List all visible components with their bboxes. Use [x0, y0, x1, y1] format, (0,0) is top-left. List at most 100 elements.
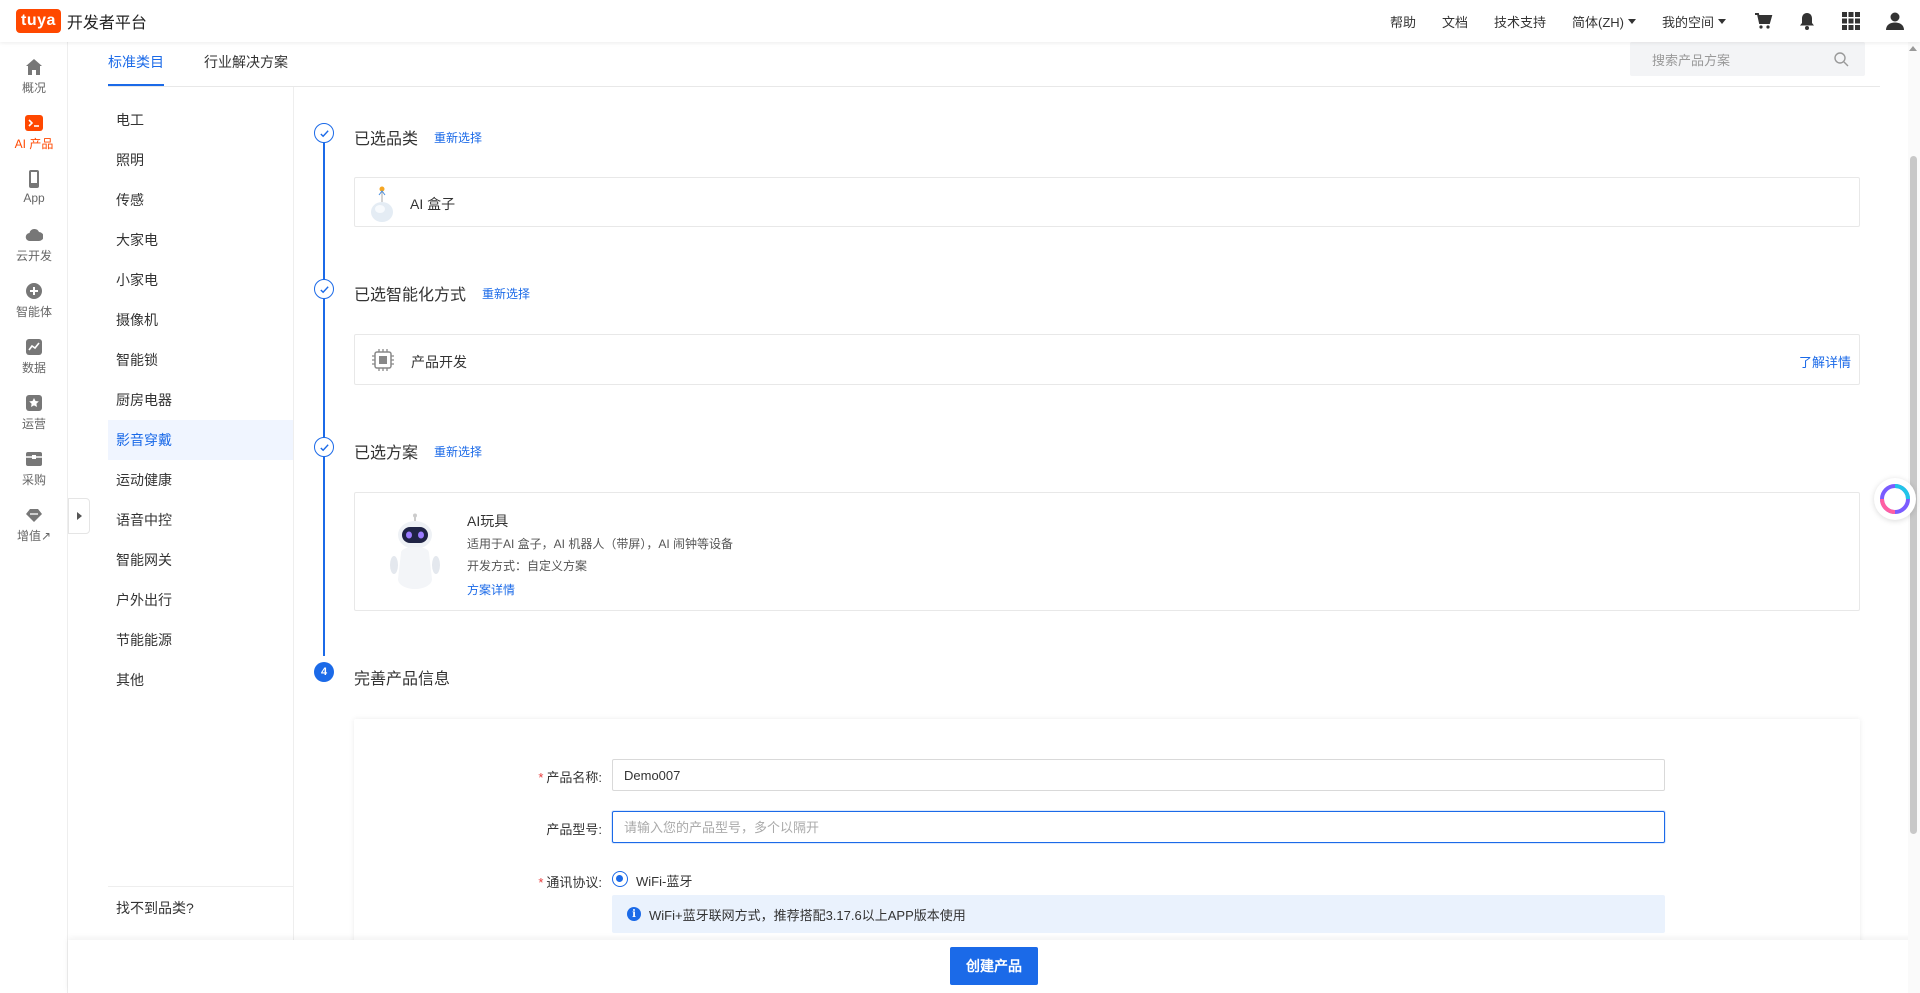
- category-item[interactable]: 传感: [108, 180, 293, 220]
- selected-category-name: AI 盒子: [410, 196, 456, 212]
- top-nav: 帮助 文档 技术支持 简体(ZH) 我的空间: [1390, 0, 1920, 42]
- category-item[interactable]: 智能锁: [108, 340, 293, 380]
- sidebar-item-value-added[interactable]: 增值↗: [0, 506, 68, 544]
- sidebar-item-agent[interactable]: 智能体: [0, 282, 68, 320]
- search-placeholder: 搜索产品方案: [1652, 52, 1731, 68]
- left-sidebar: 概况 AI 产品 App 云开发 智能体 数据 运营 采购 增值↗: [0, 42, 68, 993]
- star-badge-icon: [25, 394, 43, 412]
- terminal-icon: [25, 114, 43, 132]
- product-name-input[interactable]: [612, 759, 1665, 791]
- tab-standard-category[interactable]: 标准类目: [108, 52, 164, 72]
- sidebar-item-purchase[interactable]: 采购: [0, 450, 68, 488]
- sidebar-item-label: 智能体: [15, 305, 52, 319]
- protocol-option-label[interactable]: WiFi-蓝牙: [636, 871, 692, 890]
- chevron-right-icon: [76, 512, 82, 520]
- category-item[interactable]: 运动健康: [108, 460, 293, 500]
- chevron-down-icon: [1627, 18, 1636, 24]
- diamond-icon: [25, 506, 43, 524]
- my-space-dropdown[interactable]: 我的空间: [1662, 12, 1726, 31]
- sidebar-item-label: 云开发: [15, 249, 52, 263]
- search-input[interactable]: 搜索产品方案: [1630, 42, 1865, 76]
- step-4-title: 完善产品信息: [354, 671, 451, 688]
- sidebar-item-app[interactable]: App: [0, 170, 68, 205]
- solution-description: 适用于AI 盒子，AI 机器人（带屏），AI 闹钟等设备: [467, 537, 734, 551]
- category-item[interactable]: 其他: [108, 660, 293, 700]
- sidebar-expand-toggle[interactable]: [68, 498, 90, 534]
- sidebar-item-label: App: [23, 191, 45, 205]
- tech-support-link[interactable]: 技术支持: [1494, 12, 1546, 31]
- chip-icon: [372, 349, 394, 371]
- step-1-check-icon: [314, 123, 334, 143]
- category-item[interactable]: 小家电: [108, 260, 293, 300]
- category-item[interactable]: 照明: [108, 140, 293, 180]
- ai-box-image: [371, 186, 393, 222]
- step-2-title: 已选智能化方式: [354, 287, 467, 304]
- step-4-number: 4: [314, 662, 334, 682]
- top-bar: tuya 开发者平台 帮助 文档 技术支持 简体(ZH) 我的空间: [0, 0, 1920, 42]
- create-product-button[interactable]: 创建产品: [950, 947, 1038, 985]
- solution-details-link[interactable]: 方案详情: [467, 581, 515, 598]
- apps-grid-icon[interactable]: [1840, 10, 1862, 32]
- tuya-logo[interactable]: tuya: [16, 9, 61, 33]
- step-1-reselect-link[interactable]: 重新选择: [434, 129, 482, 146]
- sidebar-item-cloud[interactable]: 云开发: [0, 226, 68, 264]
- category-item[interactable]: 摄像机: [108, 300, 293, 340]
- category-item[interactable]: 节能能源: [108, 620, 293, 660]
- help-link[interactable]: 帮助: [1390, 12, 1416, 31]
- sidebar-item-overview[interactable]: 概况: [0, 58, 68, 96]
- active-tab-indicator: [108, 84, 164, 86]
- search-icon[interactable]: [1833, 51, 1849, 67]
- product-model-input[interactable]: [612, 811, 1665, 843]
- cart-icon[interactable]: [1752, 10, 1774, 32]
- cant-find-category-link[interactable]: 找不到品类?: [116, 898, 194, 918]
- category-item[interactable]: 户外出行: [108, 580, 293, 620]
- step-3-reselect-link[interactable]: 重新选择: [434, 443, 482, 460]
- selected-solution-card: AI玩具 适用于AI 盒子，AI 机器人（带屏），AI 闹钟等设备 开发方式：自…: [354, 492, 1860, 611]
- tab-industry-solution[interactable]: 行业解决方案: [204, 52, 288, 72]
- docs-link[interactable]: 文档: [1442, 12, 1468, 31]
- product-name-label: * 产品名称:: [472, 767, 602, 786]
- selected-category-card: AI 盒子: [354, 177, 1860, 227]
- step-2-reselect-link[interactable]: 重新选择: [482, 285, 530, 302]
- category-item[interactable]: 影音穿戴: [108, 420, 293, 460]
- user-icon[interactable]: [1884, 10, 1906, 32]
- selected-method-card: 产品开发 了解详情: [354, 334, 1860, 385]
- category-item[interactable]: 智能网关: [108, 540, 293, 580]
- ai-assistant-button[interactable]: [1874, 478, 1916, 520]
- step-connector: [323, 143, 325, 284]
- protocol-info-text: WiFi+蓝牙联网方式，推荐搭配3.17.6以上APP版本使用: [649, 907, 966, 923]
- platform-title[interactable]: 开发者平台: [67, 9, 147, 33]
- step-1-title: 已选品类: [354, 131, 419, 148]
- category-item[interactable]: 厨房电器: [108, 380, 293, 420]
- learn-more-link[interactable]: 了解详情: [1799, 352, 1851, 371]
- cloud-icon: [25, 226, 44, 244]
- chart-icon: [25, 338, 43, 356]
- language-dropdown[interactable]: 简体(ZH): [1572, 12, 1636, 31]
- category-item[interactable]: 大家电: [108, 220, 293, 260]
- product-model-label: 产品型号:: [546, 822, 602, 837]
- bell-icon[interactable]: [1796, 10, 1818, 32]
- my-space-label: 我的空间: [1661, 14, 1714, 30]
- category-item[interactable]: 语音中控: [108, 500, 293, 540]
- plus-circle-icon: [25, 282, 43, 300]
- category-list: 电工 照明 传感 大家电 小家电 摄像机 智能锁 厨房电器 影音穿戴 运动健康 语音中控 智能网关 户外…: [108, 100, 293, 700]
- solution-name: AI玩具: [467, 513, 509, 529]
- sidebar-item-ai-product[interactable]: AI 产品: [0, 114, 68, 152]
- category-divider: [293, 87, 294, 993]
- robot-toy-image: [390, 513, 440, 589]
- phone-icon: [25, 170, 43, 188]
- sidebar-item-operation[interactable]: 运营: [0, 394, 68, 432]
- sidebar-item-label: AI 产品: [14, 137, 54, 151]
- category-item[interactable]: 电工: [108, 100, 293, 140]
- step-connector: [323, 299, 325, 443]
- step-connector: [323, 457, 325, 656]
- footer-bar: 创建产品: [68, 940, 1920, 993]
- solution-dev-method: 开发方式：自定义方案: [467, 559, 588, 573]
- scroll-up-arrow-icon[interactable]: [1909, 46, 1917, 51]
- sidebar-item-label: 运营: [21, 417, 46, 431]
- protocol-radio-wifi-bluetooth[interactable]: [612, 871, 628, 887]
- sidebar-item-data[interactable]: 数据: [0, 338, 68, 376]
- required-mark: *: [538, 875, 544, 890]
- selected-method-name: 产品开发: [411, 354, 467, 370]
- chevron-down-icon: [1718, 18, 1726, 24]
